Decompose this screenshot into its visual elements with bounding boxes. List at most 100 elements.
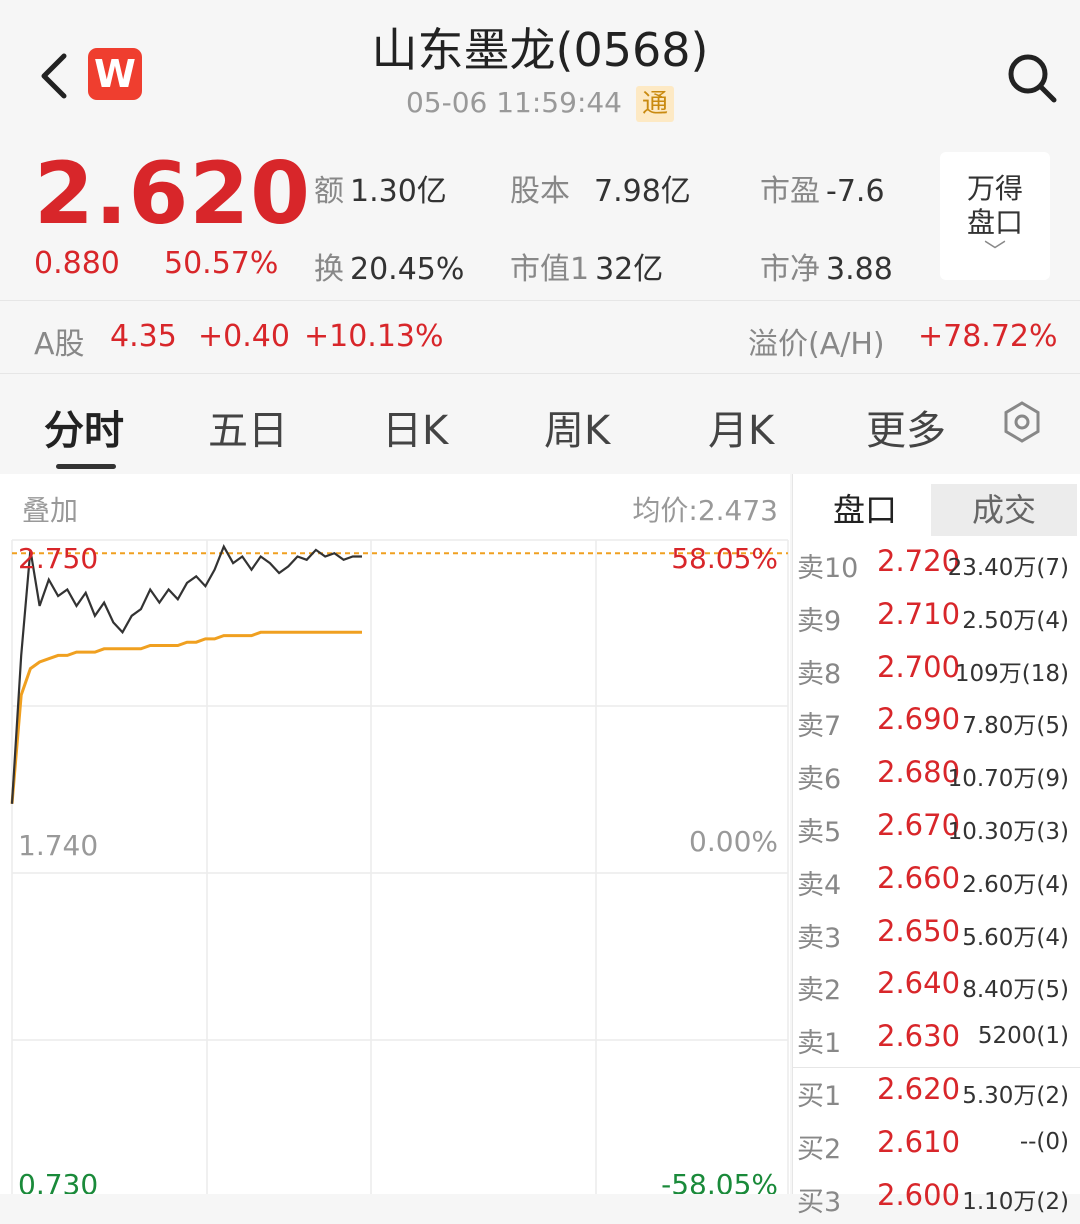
book-row-volume: --(0)	[1019, 1128, 1069, 1155]
book-row-name: 买3	[797, 1186, 842, 1218]
book-row-name: 卖10	[797, 553, 859, 584]
price-change: 0.880	[34, 246, 120, 281]
book-row[interactable]: 买1 2.620 5.30万(2)	[793, 1066, 1080, 1118]
wind-orderbook-button[interactable]: 万得 盘口 ﹀	[940, 152, 1050, 280]
avg-price-line	[10, 630, 362, 804]
book-row-price: 2.600	[877, 1177, 961, 1212]
premium-label: 溢价(A/H)	[748, 327, 885, 362]
stat-pe: 市盈 -7.6	[760, 174, 885, 209]
connect-badge: 通	[636, 86, 675, 122]
book-row-volume: 5200(1)	[977, 1023, 1069, 1050]
search-icon	[1008, 54, 1057, 103]
book-row-name: 卖4	[797, 869, 842, 901]
book-row-price: 2.610	[877, 1124, 961, 1159]
book-row-price: 2.640	[877, 966, 961, 1001]
book-row-name: 卖5	[797, 817, 842, 848]
book-row-volume: 2.60万(4)	[962, 871, 1069, 898]
book-row-name: 卖6	[797, 764, 842, 796]
book-row-name: 卖1	[797, 1028, 842, 1060]
book-row-name: 卖2	[797, 975, 842, 1007]
pct-mid-label: 0.00%	[689, 825, 778, 858]
chevron-down-icon: ﹀	[983, 240, 1006, 265]
book-row-price: 2.710	[877, 596, 961, 631]
book-row-name: 卖8	[797, 658, 842, 690]
book-row[interactable]: 卖5 2.670 10.30万(3)	[793, 802, 1080, 854]
tab-weekly-k[interactable]: 周K	[544, 398, 610, 456]
tab-daily-k[interactable]: 日K	[382, 398, 448, 456]
book-row[interactable]: 卖4 2.660 2.60万(4)	[793, 855, 1080, 907]
book-row[interactable]: 卖9 2.710 2.50万(4)	[793, 591, 1080, 643]
book-row-volume: 109万(18)	[954, 660, 1069, 687]
pct-top-label: 58.05%	[671, 542, 778, 575]
a-share-price: 4.35	[110, 319, 177, 354]
book-row[interactable]: 买3 2.600 1.10万(2)	[793, 1172, 1080, 1224]
tab-trades[interactable]: 成交	[931, 484, 1077, 536]
book-row-price: 2.690	[877, 702, 961, 737]
stat-pb: 市净 3.88	[760, 252, 893, 287]
book-row-price: 2.620	[877, 1072, 961, 1106]
book-row-name: 卖7	[797, 711, 842, 743]
book-row-volume: 7.80万(5)	[962, 713, 1069, 740]
book-row[interactable]: 卖1 2.630 5200(1)	[793, 1013, 1080, 1065]
y-top-label: 2.750	[18, 542, 98, 575]
stat-amount: 额 1.30亿	[314, 174, 447, 209]
book-row[interactable]: 卖7 2.690 7.80万(5)	[793, 696, 1080, 748]
header: W 山东墨龙(0568) 05-06 11:59:44 通	[0, 0, 1080, 140]
book-row[interactable]: 卖2 2.640 8.40万(5)	[793, 960, 1080, 1012]
price-line	[10, 544, 362, 804]
book-tabs: 盘口 成交	[793, 484, 1080, 536]
book-row[interactable]: 卖8 2.700 109万(18)	[793, 644, 1080, 696]
book-row[interactable]: 卖6 2.680 10.70万(9)	[793, 749, 1080, 801]
y-bot-label: 0.730	[18, 1168, 98, 1194]
y-mid-label: 1.740	[18, 829, 98, 862]
period-tabs: 分时 五日 日K 周K 月K 更多	[0, 374, 1080, 472]
avg-price-label: 均价:2.473	[632, 494, 778, 527]
chart-grid	[11, 539, 789, 1194]
overlay-button[interactable]: 叠加	[22, 494, 78, 527]
tab-more[interactable]: 更多	[866, 398, 946, 456]
book-row-price: 2.660	[877, 860, 961, 895]
current-price: 2.620	[34, 144, 312, 244]
tab-five-day[interactable]: 五日	[208, 398, 288, 456]
tab-orderbook[interactable]: 盘口	[797, 484, 933, 536]
stat-market-cap: 市值1 32亿	[510, 252, 664, 287]
stock-title: 山东墨龙(0568)	[371, 23, 709, 77]
book-row-volume: 5.30万(2)	[962, 1083, 1069, 1109]
intraday-chart-svg: 叠加 均价:2.473 2.750 58.05% 1.740 0.00% 0.7…	[10, 494, 789, 1194]
book-row-volume: 23.40万(7)	[947, 555, 1069, 581]
active-tab-indicator	[56, 464, 116, 469]
book-row-price: 2.700	[877, 649, 961, 684]
book-row-name: 卖9	[797, 605, 842, 637]
book-row-volume: 10.70万(9)	[947, 766, 1069, 793]
book-row[interactable]: 卖10 2.720 23.40万(7)	[793, 538, 1080, 590]
price-change-pct: 50.57%	[164, 246, 279, 281]
stat-share-capital: 股本 7.98亿	[510, 174, 691, 209]
settings-hexagon-icon	[1004, 401, 1040, 443]
book-row-name: 买1	[797, 1081, 842, 1112]
intraday-chart[interactable]: 叠加 均价:2.473 2.750 58.05% 1.740 0.00% 0.7…	[0, 474, 790, 1194]
book-row-name: 买2	[797, 1133, 842, 1165]
a-share-change: +0.40	[198, 319, 290, 354]
book-row-volume: 1.10万(2)	[962, 1188, 1069, 1215]
a-share-label: A股	[34, 327, 85, 362]
quote-datetime: 05-06 11:59:44	[405, 86, 622, 119]
book-row-price: 2.630	[877, 1019, 961, 1054]
pct-bot-label: -58.05%	[661, 1168, 778, 1194]
book-row-volume: 10.30万(3)	[947, 819, 1069, 845]
book-divider	[793, 1067, 1080, 1068]
book-row[interactable]: 买2 2.610 --(0)	[793, 1119, 1080, 1171]
a-share-row[interactable]: A股 4.35 +0.40 +10.13% 溢价(A/H) +78.72%	[0, 300, 1080, 374]
premium-value: +78.72%	[918, 319, 1058, 354]
book-row-price: 2.650	[877, 913, 961, 948]
order-book: 盘口 成交 卖10 2.720 23.40万(7) 卖9 2.710 2.50万(4) 卖8…	[792, 474, 1080, 1218]
search-button[interactable]	[1004, 50, 1060, 106]
book-row-volume: 2.50万(4)	[962, 607, 1069, 634]
tab-monthly-k[interactable]: 月K	[708, 398, 774, 456]
book-row-volume: 5.60万(4)	[962, 924, 1069, 951]
book-row-name: 卖3	[797, 922, 842, 954]
tab-intraday[interactable]: 分时	[44, 398, 124, 456]
book-row[interactable]: 卖3 2.650 5.60万(4)	[793, 908, 1080, 960]
chart-settings-button[interactable]	[1000, 400, 1044, 444]
stat-turnover: 换 20.45%	[314, 252, 465, 287]
a-share-change-pct: +10.13%	[304, 319, 444, 354]
